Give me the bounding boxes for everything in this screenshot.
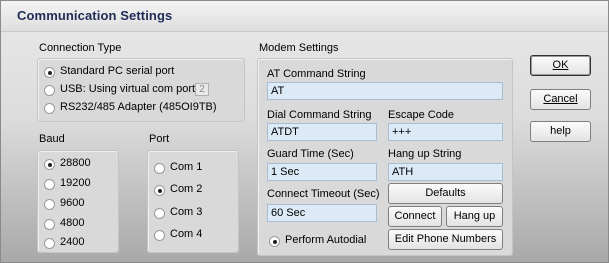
radio-baud-28800[interactable] <box>44 159 55 170</box>
baud-19200-label: 19200 <box>60 177 91 189</box>
com2-label: Com 2 <box>170 183 203 195</box>
escape-code-field[interactable]: +++ <box>388 123 503 141</box>
cancel-button[interactable]: Cancel <box>530 89 591 110</box>
port-panel: Com 1 Com 2 Com 3 Com 4 <box>147 150 239 253</box>
connection-type-panel: Standard PC serial port USB: Using virtu… <box>37 58 245 122</box>
edit-phone-numbers-button[interactable]: Edit Phone Numbers <box>388 229 503 250</box>
dial-command-field[interactable]: ATDT <box>267 123 377 141</box>
guard-time-label: Guard Time (Sec) <box>267 148 354 160</box>
usb-virtual-port-label: USB: Using virtual com port # <box>60 83 205 95</box>
baud-label: Baud <box>39 133 65 145</box>
com3-label: Com 3 <box>170 206 203 218</box>
port-label: Port <box>149 133 170 145</box>
modem-settings-panel: AT Command String AT Dial Command String… <box>257 58 513 256</box>
radio-baud-4800[interactable] <box>44 219 55 230</box>
guard-time-field[interactable]: 1 Sec <box>267 163 377 181</box>
title-bar: Communication Settings <box>1 1 608 32</box>
cancel-button-label: Cancel <box>543 93 578 105</box>
baud-4800-label: 4800 <box>60 217 85 229</box>
modem-settings-label: Modem Settings <box>259 42 339 54</box>
help-button[interactable]: help <box>530 121 591 142</box>
dial-command-label: Dial Command String <box>267 109 372 121</box>
connection-type-label: Connection Type <box>39 42 122 54</box>
standard-serial-label: Standard PC serial port <box>60 65 175 77</box>
rs232-adapter-label: RS232/485 Adapter (485OI9TB) <box>60 101 217 113</box>
window-title: Communication Settings <box>17 8 173 23</box>
baud-panel: 28800 19200 9600 4800 2400 <box>37 150 119 253</box>
radio-rs232-adapter[interactable] <box>44 103 55 114</box>
radio-com3[interactable] <box>154 208 165 219</box>
connect-button[interactable]: Connect <box>388 206 442 227</box>
usb-port-number-field[interactable]: 2 <box>195 83 209 96</box>
radio-perform-autodial[interactable] <box>269 236 280 247</box>
com1-label: Com 1 <box>170 161 203 173</box>
connect-timeout-field[interactable]: 60 Sec <box>267 204 377 222</box>
at-command-label: AT Command String <box>267 68 366 80</box>
baud-9600-label: 9600 <box>60 197 85 209</box>
hangup-button[interactable]: Hang up <box>446 206 503 227</box>
radio-baud-19200[interactable] <box>44 179 55 190</box>
radio-baud-9600[interactable] <box>44 199 55 210</box>
baud-2400-label: 2400 <box>60 236 85 248</box>
hangup-string-label: Hang up String <box>388 148 462 160</box>
baud-28800-label: 28800 <box>60 157 91 169</box>
radio-usb-virtual-port[interactable] <box>44 85 55 96</box>
hangup-string-field[interactable]: ATH <box>388 163 503 181</box>
ok-button-label: OK <box>552 59 569 71</box>
radio-baud-2400[interactable] <box>44 238 55 249</box>
radio-com1[interactable] <box>154 163 165 174</box>
communication-settings-window: Communication Settings Connection Type S… <box>0 0 609 263</box>
com4-label: Com 4 <box>170 228 203 240</box>
at-command-field[interactable]: AT <box>267 82 503 100</box>
escape-code-label: Escape Code <box>388 109 455 121</box>
radio-standard-serial[interactable] <box>44 67 55 78</box>
defaults-button[interactable]: Defaults <box>388 183 503 204</box>
ok-button[interactable]: OK <box>530 55 591 76</box>
perform-autodial-label: Perform Autodial <box>285 234 367 246</box>
radio-com2[interactable] <box>154 185 165 196</box>
connect-timeout-label: Connect Timeout (Sec) <box>267 188 380 200</box>
radio-com4[interactable] <box>154 230 165 241</box>
